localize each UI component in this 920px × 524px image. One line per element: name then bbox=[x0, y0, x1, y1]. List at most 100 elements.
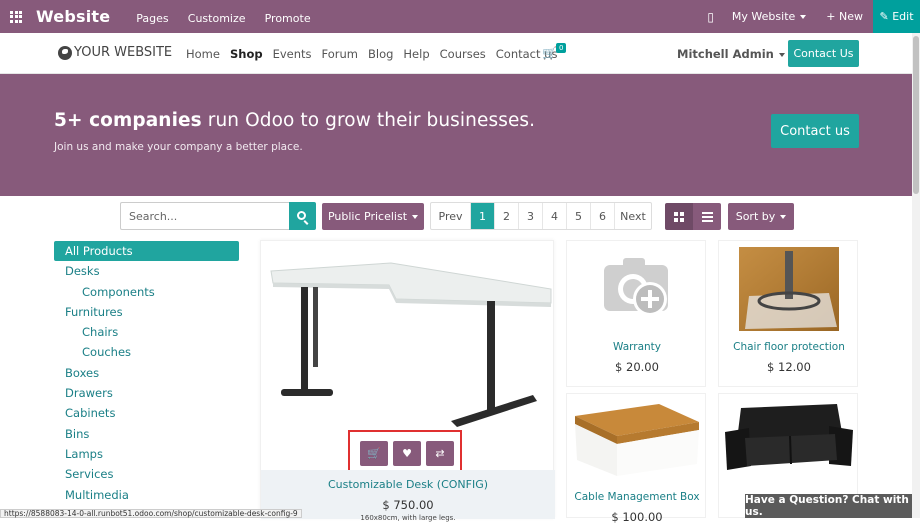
category-multimedia[interactable]: Multimedia bbox=[54, 485, 239, 505]
scrollbar-thumb[interactable] bbox=[913, 36, 919, 194]
site-logo[interactable]: YOUR WEBSITE bbox=[58, 45, 172, 60]
grid-icon bbox=[674, 211, 684, 222]
camera-placeholder-icon bbox=[604, 258, 668, 316]
cart-link[interactable]: 🛒 0 bbox=[542, 43, 567, 60]
nav-home[interactable]: Home bbox=[186, 47, 220, 61]
nav-events[interactable]: Events bbox=[273, 47, 312, 61]
cart-icon: 🛒 bbox=[367, 447, 381, 460]
pager-page-5[interactable]: 5 bbox=[567, 203, 591, 229]
apps-grid-icon bbox=[10, 10, 22, 23]
new-content-button[interactable]: + New bbox=[826, 10, 863, 23]
pager-page-4[interactable]: 4 bbox=[543, 203, 567, 229]
category-cabinets[interactable]: Cabinets bbox=[54, 403, 239, 423]
sort-by-dropdown[interactable]: Sort by bbox=[728, 203, 794, 230]
website-switcher[interactable]: My Website bbox=[731, 10, 807, 23]
live-chat-button[interactable]: Have a Question? Chat with us. bbox=[745, 494, 912, 518]
user-name: Mitchell Admin bbox=[677, 47, 774, 61]
nav-help[interactable]: Help bbox=[403, 47, 429, 61]
pricelist-label: Public Pricelist bbox=[327, 210, 408, 223]
nav-links: Home Shop Events Forum Blog Help Courses… bbox=[186, 47, 567, 61]
search-icon bbox=[297, 210, 306, 220]
pencil-icon: ✎ bbox=[879, 10, 893, 23]
apps-menu-button[interactable] bbox=[0, 0, 32, 33]
nav-forum[interactable]: Forum bbox=[322, 47, 358, 61]
contact-us-button[interactable]: Contact Us bbox=[788, 40, 859, 67]
pager-page-1[interactable]: 1 bbox=[471, 203, 495, 229]
nav-blog[interactable]: Blog bbox=[368, 47, 393, 61]
grid-view-button[interactable] bbox=[665, 203, 693, 230]
pager-page-3[interactable]: 3 bbox=[519, 203, 543, 229]
product-card-chair-floor-protection[interactable]: Chair floor protection $ 12.00 bbox=[718, 240, 858, 387]
caret-down-icon bbox=[778, 52, 785, 57]
pager-next[interactable]: Next bbox=[615, 203, 651, 229]
cable-box-image bbox=[575, 404, 699, 476]
couch-image bbox=[725, 404, 853, 470]
nav-shop[interactable]: Shop bbox=[230, 47, 263, 61]
website-navbar: YOUR WEBSITE Home Shop Events Forum Blog… bbox=[0, 33, 920, 74]
pager-page-2[interactable]: 2 bbox=[495, 203, 519, 229]
hero-title-bold: 5+ companies bbox=[54, 110, 202, 131]
product-price: $ 12.00 bbox=[767, 360, 811, 374]
heart-icon: ♥ bbox=[402, 447, 412, 460]
edit-label: Edit bbox=[892, 10, 914, 23]
nav-courses[interactable]: Courses bbox=[440, 47, 486, 61]
menu-customize[interactable]: Customize bbox=[188, 12, 246, 25]
category-list: All Products Desks Components Furnitures… bbox=[54, 241, 239, 505]
product-description: 160x80cm, with large legs. bbox=[360, 514, 456, 522]
category-drawers[interactable]: Drawers bbox=[54, 383, 239, 403]
hero-title: 5+ companies run Odoo to grow their busi… bbox=[54, 110, 535, 131]
category-boxes[interactable]: Boxes bbox=[54, 363, 239, 383]
mobile-preview-icon[interactable]: ▯ bbox=[707, 10, 714, 24]
product-name[interactable]: Cable Management Box bbox=[567, 491, 707, 503]
search-button[interactable] bbox=[289, 202, 316, 230]
add-to-wishlist-button[interactable]: ♥ bbox=[393, 441, 421, 466]
category-desks[interactable]: Desks bbox=[54, 261, 239, 281]
status-bar-url: https://8588083-14-0-all.runbot51.odoo.c… bbox=[0, 509, 302, 518]
category-furnitures[interactable]: Furnitures bbox=[54, 302, 239, 322]
product-price: $ 20.00 bbox=[615, 360, 659, 374]
compare-button[interactable]: ⇄ bbox=[426, 441, 454, 466]
pager-prev[interactable]: Prev bbox=[431, 203, 471, 229]
admin-bar: Website Pages Customize Promote ▯ My Web… bbox=[0, 0, 920, 33]
chair-mat-image bbox=[739, 247, 839, 331]
cart-count-badge: 0 bbox=[556, 43, 567, 53]
product-name[interactable]: Warranty bbox=[567, 341, 707, 353]
add-to-cart-button[interactable]: 🛒 bbox=[360, 441, 388, 466]
hero-title-rest: run Odoo to grow their businesses. bbox=[201, 110, 536, 131]
hero-banner: 5+ companies run Odoo to grow their busi… bbox=[0, 74, 920, 196]
caret-down-icon bbox=[412, 214, 419, 219]
user-menu[interactable]: Mitchell Admin bbox=[677, 47, 785, 61]
edit-button[interactable]: ✎ Edit bbox=[873, 0, 920, 33]
category-components[interactable]: Components bbox=[54, 282, 239, 302]
product-price: $ 100.00 bbox=[611, 510, 663, 524]
category-chairs[interactable]: Chairs bbox=[54, 322, 239, 342]
category-all-products[interactable]: All Products bbox=[54, 241, 239, 262]
category-bins[interactable]: Bins bbox=[54, 424, 239, 444]
hero-contact-button[interactable]: Contact us bbox=[771, 114, 859, 148]
caret-down-icon bbox=[780, 214, 787, 219]
hero-subtitle: Join us and make your company a better p… bbox=[54, 141, 303, 153]
category-couches[interactable]: Couches bbox=[54, 342, 239, 362]
menu-pages[interactable]: Pages bbox=[136, 12, 168, 25]
pager: Prev 1 2 3 4 5 6 Next bbox=[430, 202, 652, 230]
list-icon bbox=[701, 211, 713, 222]
search-input[interactable]: Search... bbox=[120, 202, 289, 230]
pager-page-6[interactable]: 6 bbox=[591, 203, 615, 229]
product-card-cable-management-box[interactable]: Cable Management Box $ 100.00 bbox=[566, 393, 707, 524]
category-services[interactable]: Services bbox=[54, 464, 239, 484]
website-switcher-label: My Website bbox=[731, 10, 796, 23]
pricelist-dropdown[interactable]: Public Pricelist bbox=[322, 203, 424, 230]
product-name[interactable]: Customizable Desk (CONFIG) bbox=[261, 478, 555, 491]
admin-menu: Pages Customize Promote bbox=[136, 7, 324, 26]
exchange-icon: ⇄ bbox=[435, 447, 445, 460]
app-brand[interactable]: Website bbox=[36, 7, 110, 26]
sort-by-label: Sort by bbox=[735, 210, 776, 223]
category-lamps[interactable]: Lamps bbox=[54, 444, 239, 464]
globe-icon bbox=[58, 45, 72, 60]
caret-down-icon bbox=[800, 15, 807, 19]
menu-promote[interactable]: Promote bbox=[265, 12, 311, 25]
product-card-customizable-desk[interactable]: 🛒 ♥ ⇄ Customizable Desk (CONFIG) $ 750.0… bbox=[260, 240, 555, 522]
product-card-warranty[interactable]: Warranty $ 20.00 bbox=[566, 240, 706, 387]
list-view-button[interactable] bbox=[693, 203, 721, 230]
product-name[interactable]: Chair floor protection bbox=[719, 341, 859, 353]
